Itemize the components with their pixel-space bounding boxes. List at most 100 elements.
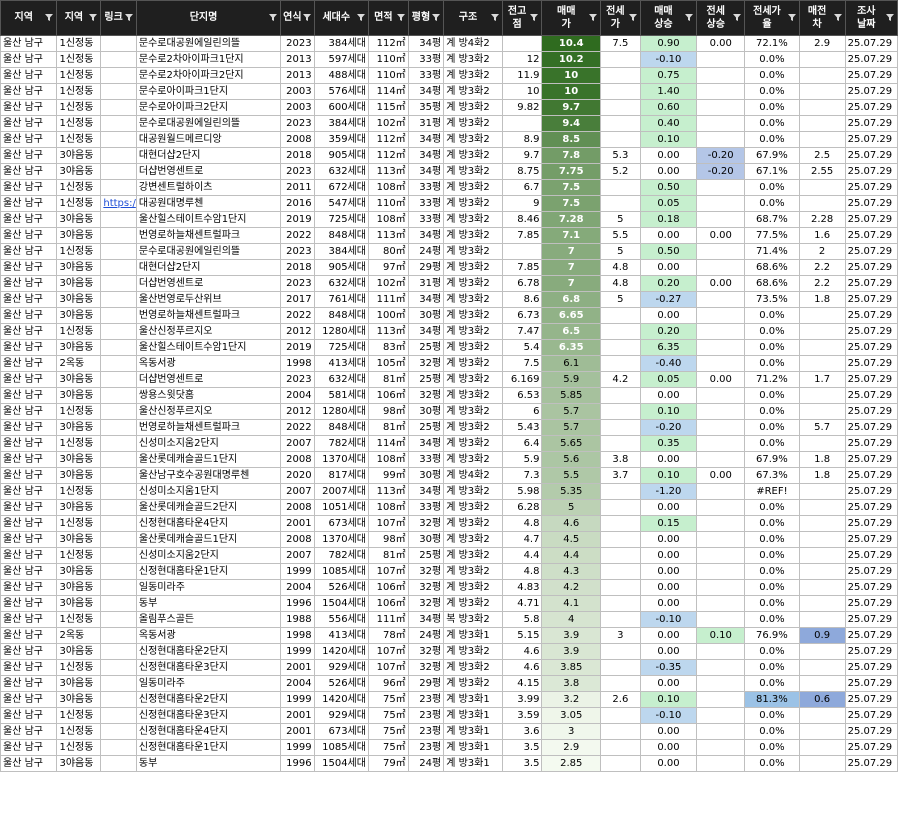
cell-col-1[interactable]: 3야음동 bbox=[56, 291, 102, 308]
cell-col-0[interactable]: 울산 남구 bbox=[0, 35, 58, 52]
cell-col-0[interactable]: 울산 남구 bbox=[0, 707, 58, 724]
cell-col-12[interactable]: 0.40 bbox=[639, 115, 698, 132]
cell-col-0[interactable]: 울산 남구 bbox=[0, 659, 58, 676]
cell-col-7[interactable]: 33평 bbox=[407, 51, 445, 68]
cell-col-4[interactable]: 2001 bbox=[280, 723, 315, 740]
cell-col-8[interactable]: 계 방3화1 bbox=[443, 627, 503, 644]
cell-col-1[interactable]: 1신정동 bbox=[56, 179, 102, 196]
cell-col-4[interactable]: 2011 bbox=[280, 179, 315, 196]
cell-col-12[interactable]: 0.00 bbox=[639, 307, 698, 324]
cell-col-11[interactable]: 5 bbox=[600, 211, 641, 228]
cell-col-15[interactable]: 2.2 bbox=[798, 259, 846, 276]
cell-col-5[interactable]: 384세대 bbox=[313, 35, 369, 52]
cell-col-9[interactable]: 3.99 bbox=[501, 691, 543, 708]
cell-col-3[interactable]: 번영로하늘채센트럴파크 bbox=[135, 307, 282, 324]
cell-col-9[interactable]: 7.85 bbox=[501, 259, 543, 276]
cell-col-15[interactable]: 5.7 bbox=[798, 419, 846, 436]
cell-col-16[interactable]: 25.07.29 bbox=[844, 659, 898, 676]
cell-col-12[interactable]: 0.20 bbox=[639, 275, 698, 292]
cell-col-16[interactable]: 25.07.29 bbox=[844, 563, 898, 580]
cell-col-13[interactable] bbox=[696, 691, 746, 708]
cell-col-2[interactable] bbox=[100, 323, 137, 340]
cell-col-16[interactable]: 25.07.29 bbox=[844, 83, 898, 100]
cell-col-14[interactable]: 0.0% bbox=[744, 739, 800, 756]
column-header-10[interactable]: 매매 가 bbox=[541, 0, 601, 36]
cell-col-13[interactable] bbox=[696, 515, 746, 532]
cell-col-9[interactable]: 3.59 bbox=[501, 707, 543, 724]
cell-col-14[interactable]: 0.0% bbox=[744, 547, 800, 564]
cell-col-10[interactable]: 3.9 bbox=[541, 643, 601, 660]
cell-col-13[interactable] bbox=[696, 499, 746, 516]
cell-col-12[interactable]: 0.00 bbox=[639, 595, 698, 612]
cell-col-4[interactable]: 2023 bbox=[280, 275, 315, 292]
cell-col-1[interactable]: 3야음동 bbox=[56, 275, 102, 292]
cell-col-12[interactable]: 0.15 bbox=[639, 515, 698, 532]
cell-col-2[interactable] bbox=[100, 643, 137, 660]
cell-col-1[interactable]: 1신정동 bbox=[56, 195, 102, 212]
cell-col-12[interactable]: -0.40 bbox=[639, 355, 698, 372]
cell-col-10[interactable]: 3.9 bbox=[541, 627, 601, 644]
cell-col-7[interactable]: 34평 bbox=[407, 163, 445, 180]
cell-col-11[interactable]: 5 bbox=[600, 243, 641, 260]
cell-col-10[interactable]: 4.3 bbox=[541, 563, 601, 580]
cell-col-4[interactable]: 2012 bbox=[280, 323, 315, 340]
cell-col-15[interactable] bbox=[798, 195, 846, 212]
cell-col-7[interactable]: 32평 bbox=[407, 355, 445, 372]
cell-col-0[interactable]: 울산 남구 bbox=[0, 515, 58, 532]
cell-col-11[interactable] bbox=[600, 131, 641, 148]
cell-col-10[interactable]: 3.8 bbox=[541, 675, 601, 692]
cell-col-12[interactable]: 0.75 bbox=[639, 67, 698, 84]
cell-col-1[interactable]: 1신정동 bbox=[56, 739, 102, 756]
cell-col-11[interactable]: 4.8 bbox=[600, 275, 641, 292]
cell-col-3[interactable]: 더샵번영센트로 bbox=[135, 371, 282, 388]
cell-col-11[interactable]: 3.7 bbox=[600, 467, 641, 484]
cell-col-15[interactable]: 2.2 bbox=[798, 275, 846, 292]
cell-col-11[interactable] bbox=[600, 643, 641, 660]
cell-col-13[interactable]: 0.00 bbox=[696, 275, 746, 292]
cell-col-14[interactable]: 0.0% bbox=[744, 435, 800, 452]
cell-col-6[interactable]: 102㎡ bbox=[367, 275, 409, 292]
cell-col-6[interactable]: 107㎡ bbox=[367, 659, 409, 676]
cell-col-3[interactable]: 울산번영로두산위브 bbox=[135, 291, 282, 308]
filter-dropdown-icon[interactable] bbox=[431, 12, 441, 22]
cell-col-8[interactable]: 계 방3화2 bbox=[443, 147, 503, 164]
cell-col-3[interactable]: 강변센트럴하이츠 bbox=[135, 179, 282, 196]
cell-col-6[interactable]: 113㎡ bbox=[367, 227, 409, 244]
cell-col-16[interactable]: 25.07.29 bbox=[844, 371, 898, 388]
cell-col-15[interactable] bbox=[798, 595, 846, 612]
cell-col-9[interactable]: 7.85 bbox=[501, 227, 543, 244]
cell-col-2[interactable] bbox=[100, 35, 137, 52]
cell-col-7[interactable]: 29평 bbox=[407, 259, 445, 276]
cell-col-1[interactable]: 1신정동 bbox=[56, 723, 102, 740]
cell-col-3[interactable]: 대공원월드메르디앙 bbox=[135, 131, 282, 148]
cell-col-7[interactable]: 34평 bbox=[407, 483, 445, 500]
cell-col-0[interactable]: 울산 남구 bbox=[0, 243, 58, 260]
cell-col-10[interactable]: 7.28 bbox=[541, 211, 601, 228]
cell-col-11[interactable] bbox=[600, 659, 641, 676]
cell-col-6[interactable]: 114㎡ bbox=[367, 435, 409, 452]
cell-col-1[interactable]: 1신정동 bbox=[56, 131, 102, 148]
column-header-14[interactable]: 전세가 율 bbox=[744, 0, 800, 36]
cell-col-7[interactable]: 25평 bbox=[407, 547, 445, 564]
cell-col-5[interactable]: 848세대 bbox=[313, 227, 369, 244]
cell-col-4[interactable]: 2008 bbox=[280, 451, 315, 468]
cell-col-7[interactable]: 34평 bbox=[407, 435, 445, 452]
cell-col-16[interactable]: 25.07.29 bbox=[844, 51, 898, 68]
cell-col-16[interactable]: 25.07.29 bbox=[844, 387, 898, 404]
cell-col-5[interactable]: 384세대 bbox=[313, 115, 369, 132]
cell-col-6[interactable]: 97㎡ bbox=[367, 259, 409, 276]
cell-col-1[interactable]: 1신정동 bbox=[56, 115, 102, 132]
cell-col-10[interactable]: 10.4 bbox=[541, 35, 601, 52]
cell-col-11[interactable] bbox=[600, 323, 641, 340]
cell-col-13[interactable] bbox=[696, 387, 746, 404]
cell-col-13[interactable] bbox=[696, 579, 746, 596]
cell-col-12[interactable]: 0.00 bbox=[639, 499, 698, 516]
column-header-8[interactable]: 구조 bbox=[443, 0, 503, 36]
cell-col-9[interactable]: 4.6 bbox=[501, 643, 543, 660]
cell-col-10[interactable]: 3.05 bbox=[541, 707, 601, 724]
column-header-2[interactable]: 링크 bbox=[100, 0, 137, 36]
cell-col-8[interactable]: 계 방3화2 bbox=[443, 451, 503, 468]
cell-col-0[interactable]: 울산 남구 bbox=[0, 307, 58, 324]
cell-col-4[interactable]: 2013 bbox=[280, 51, 315, 68]
cell-col-14[interactable]: 0.0% bbox=[744, 579, 800, 596]
